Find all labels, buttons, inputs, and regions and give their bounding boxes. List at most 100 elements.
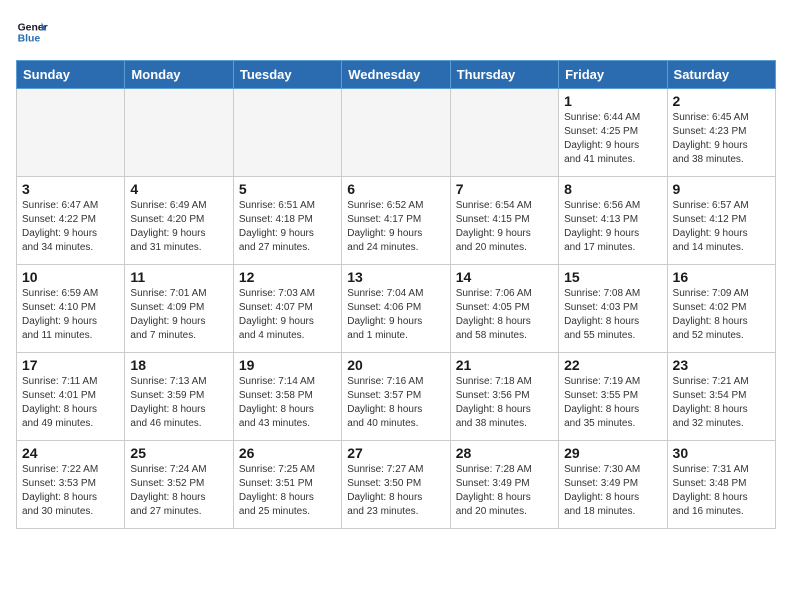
calendar-cell: 19 Sunrise: 7:14 AM Sunset: 3:58 PM Dayli… — [233, 353, 341, 441]
day-number: 11 — [130, 269, 227, 285]
day-number: 27 — [347, 445, 444, 461]
day-number: 2 — [673, 93, 770, 109]
day-info: Sunrise: 6:45 AM Sunset: 4:23 PM Dayligh… — [673, 111, 770, 167]
calendar-cell — [125, 89, 233, 177]
day-number: 19 — [239, 357, 336, 373]
calendar-cell: 26Sunrise: 7:25 AM Sunset: 3:51 PM Dayli… — [233, 441, 341, 529]
calendar-header-wednesday: Wednesday — [342, 61, 450, 89]
calendar-cell: 24 Sunrise: 7:22 AM Sunset: 3:53 PM Dayli… — [17, 441, 125, 529]
calendar-header-friday: Friday — [559, 61, 667, 89]
calendar-week-5: 24 Sunrise: 7:22 AM Sunset: 3:53 PM Dayli… — [17, 441, 776, 529]
day-info: Sunrise: 7:28 AM Sunset: 3:49 PM Dayligh… — [456, 463, 553, 519]
day-number: 14 — [456, 269, 553, 285]
calendar-header-monday: Monday — [125, 61, 233, 89]
svg-text:Blue: Blue — [18, 34, 41, 45]
day-info: Sunrise: 6:52 AM Sunset: 4:17 PM Dayligh… — [347, 199, 444, 255]
calendar-cell: 28 Sunrise: 7:28 AM Sunset: 3:49 PM Dayli… — [450, 441, 558, 529]
calendar-week-3: 10 Sunrise: 6:59 AM Sunset: 4:10 PM Dayli… — [17, 265, 776, 353]
calendar-week-2: 3Sunrise: 6:47 AM Sunset: 4:22 PM Daylig… — [17, 177, 776, 265]
calendar-header-row: SundayMondayTuesdayWednesdayThursdayFrid… — [17, 61, 776, 89]
calendar-cell — [233, 89, 341, 177]
day-info: Sunrise: 7:22 AM Sunset: 3:53 PM Dayligh… — [22, 463, 119, 519]
day-info: Sunrise: 7:13 AM Sunset: 3:59 PM Dayligh… — [130, 375, 227, 431]
calendar-cell: 11 Sunrise: 7:01 AM Sunset: 4:09 PM Dayli… — [125, 265, 233, 353]
day-info: Sunrise: 6:47 AM Sunset: 4:22 PM Dayligh… — [22, 199, 119, 255]
calendar-cell: 17 Sunrise: 7:11 AM Sunset: 4:01 PM Dayli… — [17, 353, 125, 441]
calendar-cell: 25 Sunrise: 7:24 AM Sunset: 3:52 PM Dayli… — [125, 441, 233, 529]
calendar-week-1: 1Sunrise: 6:44 AM Sunset: 4:25 PM Daylig… — [17, 89, 776, 177]
day-number: 1 — [564, 93, 661, 109]
day-info: Sunrise: 7:04 AM Sunset: 4:06 PM Dayligh… — [347, 287, 444, 343]
calendar-cell: 27 Sunrise: 7:27 AM Sunset: 3:50 PM Dayli… — [342, 441, 450, 529]
day-number: 18 — [130, 357, 227, 373]
day-number: 30 — [673, 445, 770, 461]
day-number: 29 — [564, 445, 661, 461]
calendar-cell: 16Sunrise: 7:09 AM Sunset: 4:02 PM Dayli… — [667, 265, 775, 353]
day-number: 25 — [130, 445, 227, 461]
day-info: Sunrise: 6:57 AM Sunset: 4:12 PM Dayligh… — [673, 199, 770, 255]
day-number: 4 — [130, 181, 227, 197]
day-number: 23 — [673, 357, 770, 373]
calendar-cell — [17, 89, 125, 177]
day-info: Sunrise: 7:11 AM Sunset: 4:01 PM Dayligh… — [22, 375, 119, 431]
day-info: Sunrise: 7:27 AM Sunset: 3:50 PM Dayligh… — [347, 463, 444, 519]
day-info: Sunrise: 7:08 AM Sunset: 4:03 PM Dayligh… — [564, 287, 661, 343]
day-info: Sunrise: 7:24 AM Sunset: 3:52 PM Dayligh… — [130, 463, 227, 519]
day-info: Sunrise: 7:03 AM Sunset: 4:07 PM Dayligh… — [239, 287, 336, 343]
day-info: Sunrise: 7:25 AM Sunset: 3:51 PM Dayligh… — [239, 463, 336, 519]
logo: General Blue — [16, 16, 52, 48]
calendar-cell: 1Sunrise: 6:44 AM Sunset: 4:25 PM Daylig… — [559, 89, 667, 177]
calendar-header-sunday: Sunday — [17, 61, 125, 89]
day-info: Sunrise: 7:19 AM Sunset: 3:55 PM Dayligh… — [564, 375, 661, 431]
calendar-cell: 23 Sunrise: 7:21 AM Sunset: 3:54 PM Dayli… — [667, 353, 775, 441]
day-number: 17 — [22, 357, 119, 373]
calendar-cell: 8Sunrise: 6:56 AM Sunset: 4:13 PM Daylig… — [559, 177, 667, 265]
calendar-header-saturday: Saturday — [667, 61, 775, 89]
calendar-cell: 7Sunrise: 6:54 AM Sunset: 4:15 PM Daylig… — [450, 177, 558, 265]
day-number: 12 — [239, 269, 336, 285]
day-info: Sunrise: 6:59 AM Sunset: 4:10 PM Dayligh… — [22, 287, 119, 343]
calendar-header-thursday: Thursday — [450, 61, 558, 89]
calendar-cell: 29 Sunrise: 7:30 AM Sunset: 3:49 PM Dayli… — [559, 441, 667, 529]
calendar-cell: 10 Sunrise: 6:59 AM Sunset: 4:10 PM Dayli… — [17, 265, 125, 353]
calendar-cell: 18 Sunrise: 7:13 AM Sunset: 3:59 PM Dayli… — [125, 353, 233, 441]
page-header: General Blue — [16, 16, 776, 48]
day-number: 15 — [564, 269, 661, 285]
day-number: 24 — [22, 445, 119, 461]
day-info: Sunrise: 7:18 AM Sunset: 3:56 PM Dayligh… — [456, 375, 553, 431]
calendar-cell: 21 Sunrise: 7:18 AM Sunset: 3:56 PM Dayli… — [450, 353, 558, 441]
calendar-cell: 14Sunrise: 7:06 AM Sunset: 4:05 PM Dayli… — [450, 265, 558, 353]
day-number: 28 — [456, 445, 553, 461]
day-number: 7 — [456, 181, 553, 197]
day-number: 22 — [564, 357, 661, 373]
day-info: Sunrise: 7:14 AM Sunset: 3:58 PM Dayligh… — [239, 375, 336, 431]
day-info: Sunrise: 6:56 AM Sunset: 4:13 PM Dayligh… — [564, 199, 661, 255]
calendar-cell: 3Sunrise: 6:47 AM Sunset: 4:22 PM Daylig… — [17, 177, 125, 265]
day-info: Sunrise: 7:21 AM Sunset: 3:54 PM Dayligh… — [673, 375, 770, 431]
logo-icon: General Blue — [16, 16, 48, 48]
day-number: 9 — [673, 181, 770, 197]
day-info: Sunrise: 6:51 AM Sunset: 4:18 PM Dayligh… — [239, 199, 336, 255]
day-number: 10 — [22, 269, 119, 285]
day-info: Sunrise: 7:30 AM Sunset: 3:49 PM Dayligh… — [564, 463, 661, 519]
calendar-cell: 30 Sunrise: 7:31 AM Sunset: 3:48 PM Dayli… — [667, 441, 775, 529]
calendar-table: SundayMondayTuesdayWednesdayThursdayFrid… — [16, 60, 776, 529]
calendar-cell: 22 Sunrise: 7:19 AM Sunset: 3:55 PM Dayli… — [559, 353, 667, 441]
day-info: Sunrise: 6:49 AM Sunset: 4:20 PM Dayligh… — [130, 199, 227, 255]
calendar-cell: 5Sunrise: 6:51 AM Sunset: 4:18 PM Daylig… — [233, 177, 341, 265]
calendar-cell: 2 Sunrise: 6:45 AM Sunset: 4:23 PM Daylig… — [667, 89, 775, 177]
calendar-cell: 15 Sunrise: 7:08 AM Sunset: 4:03 PM Dayli… — [559, 265, 667, 353]
day-info: Sunrise: 7:16 AM Sunset: 3:57 PM Dayligh… — [347, 375, 444, 431]
day-number: 20 — [347, 357, 444, 373]
calendar-cell: 9 Sunrise: 6:57 AM Sunset: 4:12 PM Daylig… — [667, 177, 775, 265]
calendar-cell — [450, 89, 558, 177]
day-number: 21 — [456, 357, 553, 373]
calendar-week-4: 17 Sunrise: 7:11 AM Sunset: 4:01 PM Dayli… — [17, 353, 776, 441]
calendar-body: 1Sunrise: 6:44 AM Sunset: 4:25 PM Daylig… — [17, 89, 776, 529]
calendar-cell: 4 Sunrise: 6:49 AM Sunset: 4:20 PM Daylig… — [125, 177, 233, 265]
day-info: Sunrise: 7:31 AM Sunset: 3:48 PM Dayligh… — [673, 463, 770, 519]
calendar-cell — [342, 89, 450, 177]
day-info: Sunrise: 7:01 AM Sunset: 4:09 PM Dayligh… — [130, 287, 227, 343]
day-number: 16 — [673, 269, 770, 285]
calendar-cell: 20 Sunrise: 7:16 AM Sunset: 3:57 PM Dayli… — [342, 353, 450, 441]
